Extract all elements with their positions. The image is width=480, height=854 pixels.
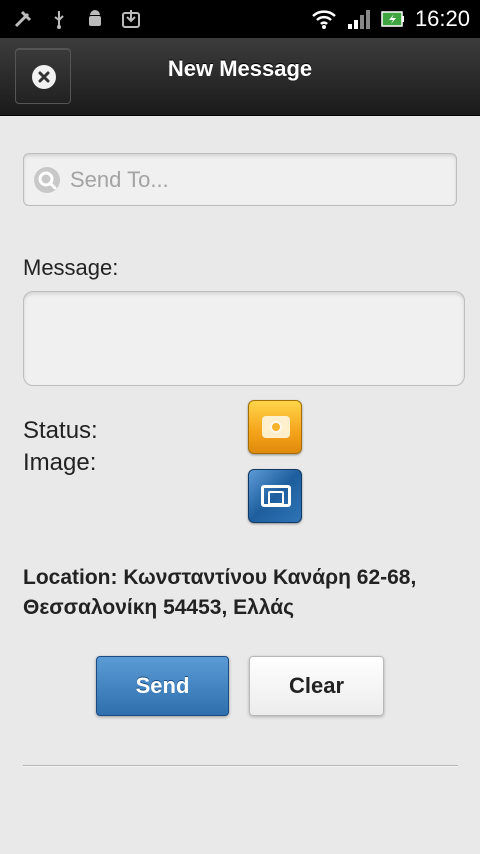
- clear-button[interactable]: Clear: [249, 656, 384, 716]
- header-bar: New Message: [0, 38, 480, 116]
- send-button[interactable]: Send: [96, 656, 229, 716]
- status-bar-notifications: [12, 6, 142, 32]
- android-debug-icon: [89, 10, 101, 26]
- download-icon: [122, 10, 140, 28]
- message-label: Message:: [23, 255, 119, 280]
- compose-form: Message: Status: Image: Location: Κωνστα…: [0, 117, 480, 854]
- send-to-input[interactable]: [70, 162, 440, 198]
- status-bar-system: 16:20: [311, 4, 470, 34]
- cell-signal-icon: [347, 10, 370, 29]
- divider: [23, 765, 458, 767]
- gallery-icon: [261, 485, 291, 507]
- status-bar: 16:20: [0, 0, 480, 38]
- wifi-icon: [312, 10, 336, 29]
- image-label: Image:: [23, 449, 97, 476]
- status-bar-clock: 16:20: [414, 6, 470, 31]
- camera-button[interactable]: [248, 400, 302, 454]
- signal-off-icon: [14, 10, 32, 28]
- location-text: Location: Κωνσταντίνου Κανάρη 62-68, Θεσ…: [23, 566, 417, 619]
- battery-charging-icon: [381, 11, 404, 27]
- camera-icon: [262, 416, 290, 438]
- page-title: New Message: [167, 56, 313, 81]
- message-textarea[interactable]: [23, 291, 465, 386]
- search-icon: [34, 167, 60, 193]
- send-to-field[interactable]: [23, 153, 457, 206]
- usb-icon: [54, 11, 64, 29]
- status-label: Status:: [23, 417, 98, 444]
- gallery-button[interactable]: [248, 469, 302, 523]
